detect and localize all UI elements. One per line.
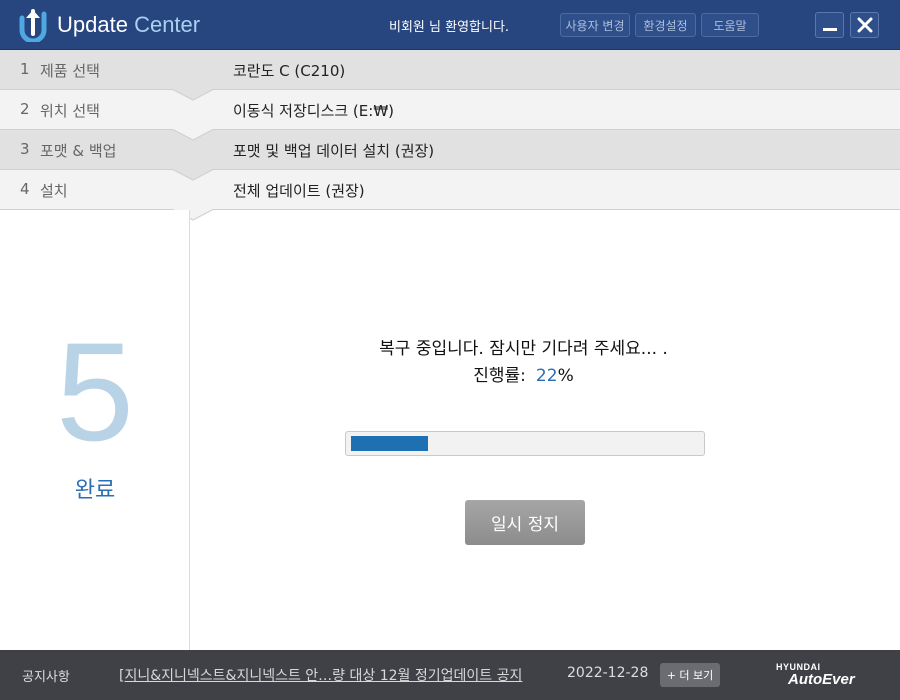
step-install: 4 설치 전체 업데이트 (권장) [0,170,900,210]
settings-button[interactable]: 환경설정 [635,13,696,37]
main-content: 복구 중입니다. 잠시만 기다려 주세요... . 진행률: 22% 일시 정지 [191,210,900,650]
step-format-backup: 3 포맷 & 백업 포맷 및 백업 데이터 설치 (권장) [0,130,900,170]
help-button[interactable]: 도움말 [701,13,759,37]
pause-button[interactable]: 일시 정지 [465,500,585,545]
current-step-label: 완료 [74,478,116,503]
progress-unit: % [557,366,574,386]
step-list: 1 제품 선택 코란도 C (C210) 2 위치 선택 이동식 저장디스크 (… [0,50,900,221]
step-location: 2 위치 선택 이동식 저장디스크 (E:₩) [0,90,900,130]
step-name: 설치 [40,182,68,200]
status-message: 복구 중입니다. 잠시만 기다려 주세요... . [379,339,668,359]
app-title-accent: Center [134,12,201,37]
progress-percent: 22 [535,366,558,386]
step-value: 포맷 및 백업 데이터 설치 (권장) [233,142,435,160]
step-arrow-icon [172,169,214,181]
notice-bar: 공지사항 [지니&지니넥스트&지니넥스트 안…량 대상 12월 정기업데이트 공… [0,650,900,700]
progress-bar [345,431,705,456]
step-number: 1 [20,60,30,78]
step-name: 위치 선택 [40,102,100,120]
minimize-button[interactable] [815,12,844,38]
step-number: 3 [20,140,30,158]
app-title: Update Center [57,12,200,38]
close-icon [857,17,872,33]
step-value: 코란도 C (C210) [233,62,346,80]
change-user-button[interactable]: 사용자 변경 [560,13,630,37]
step-arrow-icon [172,129,214,141]
step-name: 포맷 & 백업 [40,142,117,160]
step-arrow-icon [172,89,214,101]
more-button[interactable]: + 더 보기 [660,663,720,687]
current-step-panel: 5 완료 [0,210,190,650]
step-value: 전체 업데이트 (권장) [233,182,365,200]
step-value: 이동식 저장디스크 (E:₩) [233,102,395,120]
minimize-icon [822,28,837,31]
step-number: 2 [20,100,30,118]
current-step-number: 5 [56,313,134,470]
step-product: 1 제품 선택 코란도 C (C210) [0,50,900,90]
notice-label: 공지사항 [22,670,70,685]
welcome-text: 비회원 님 환영합니다. [389,20,510,35]
notice-date: 2022-12-28 [567,665,649,681]
brand-logo: HYUNDAI AutoEver [776,662,866,688]
title-bar: Update Center 비회원 님 환영합니다. 사용자 변경 환경설정 도… [0,0,900,50]
app-title-main: Update [57,12,128,37]
brand-bottom-text: AutoEver [788,671,855,688]
update-logo-icon [19,9,47,42]
progress-label: 진행률: [473,366,526,386]
step-name: 제품 선택 [40,62,100,80]
notice-link[interactable]: [지니&지니넥스트&지니넥스트 안…량 대상 12월 정기업데이트 공지 [119,665,522,685]
progress-bar-fill [351,436,428,451]
close-button[interactable] [850,12,879,38]
step-number: 4 [20,180,30,198]
progress-text: 진행률: 22% [191,361,856,386]
